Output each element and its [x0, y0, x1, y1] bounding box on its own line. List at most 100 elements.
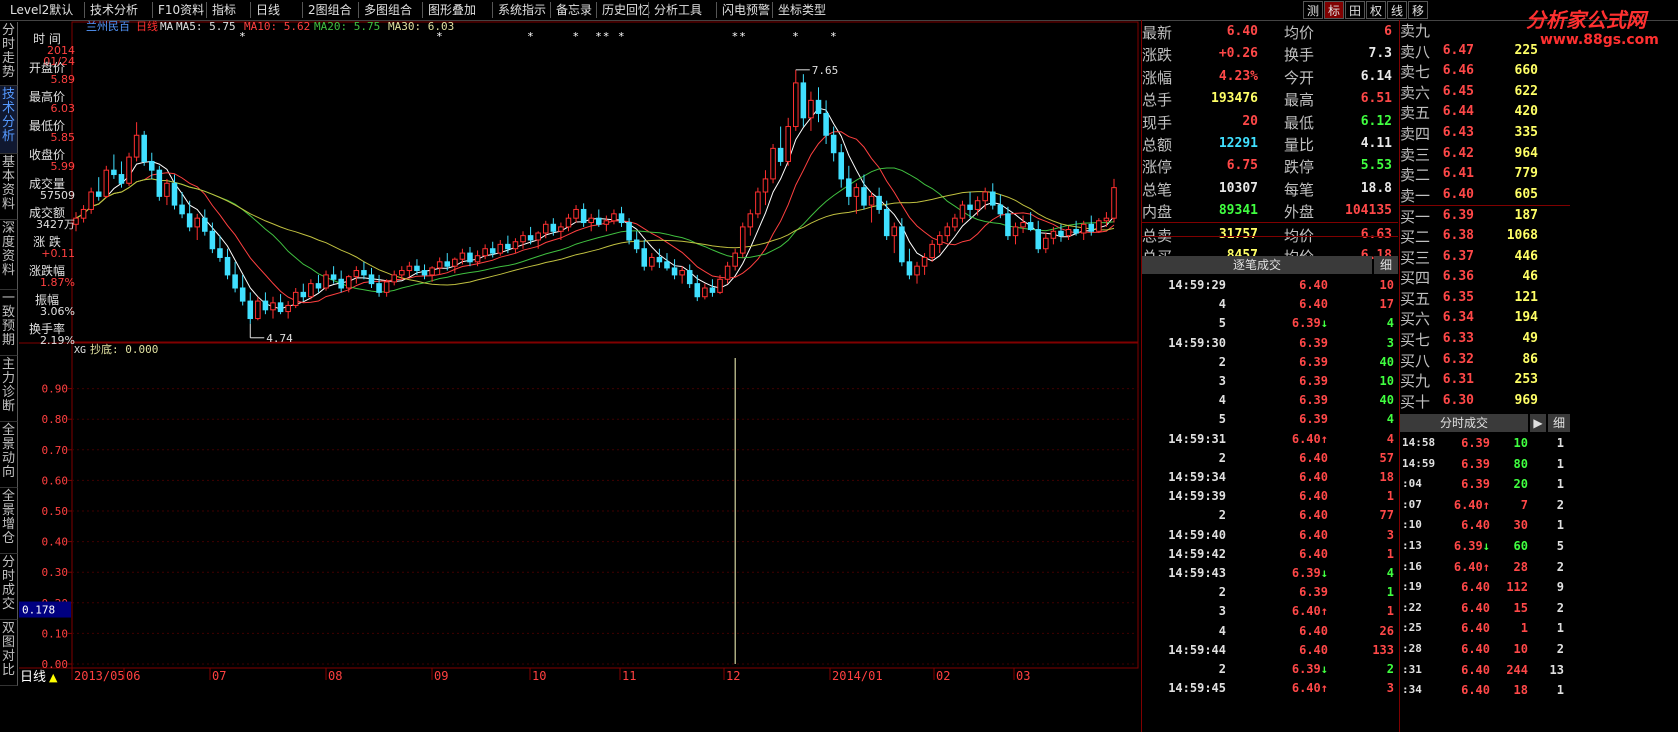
minute-count: 2	[1556, 600, 1564, 615]
quote-value: 7.3	[1368, 46, 1392, 62]
book-label: 买三	[1400, 248, 1431, 267]
tick-time: 14:59:31	[1168, 431, 1226, 446]
book-volume: 779	[1514, 166, 1538, 182]
tick-time: 14:59:40	[1168, 527, 1226, 542]
tick-detail-button[interactable]: 细	[1374, 256, 1398, 274]
toolbar-button-3[interactable]: 权	[1366, 1, 1386, 19]
book-price: 6.44	[1442, 104, 1474, 120]
tick-row: 4 6.40 17	[1142, 295, 1398, 314]
signal-star-icon: *	[740, 30, 746, 43]
minute-detail-button[interactable]: 细	[1548, 414, 1570, 432]
minute-row: :31 6.40 244 13	[1400, 661, 1570, 682]
candle-body	[747, 213, 754, 228]
book-row: 卖五 6.44 420	[1400, 102, 1570, 123]
candle-body	[148, 160, 155, 171]
book-label: 买九	[1400, 372, 1431, 391]
candle-body	[391, 274, 397, 283]
candle-body	[542, 223, 549, 234]
tick-price-wrap: 6.39	[1242, 393, 1328, 407]
candle-body	[361, 270, 367, 276]
signal-star-icon: *	[596, 30, 602, 43]
tick-header: 逐笔成交	[1142, 256, 1372, 274]
tick-price-wrap: 6.39	[1242, 585, 1328, 599]
tick-time: 14:59:43	[1168, 566, 1226, 580]
candle-body	[1043, 237, 1049, 250]
toolbar-button-1[interactable]: 标	[1324, 1, 1344, 19]
book-row: 买六 6.34 194	[1400, 308, 1570, 329]
minute-volume: 112	[1506, 580, 1528, 595]
quote-value: 20	[1242, 113, 1258, 129]
toolbar-button-5[interactable]: 移	[1408, 1, 1428, 19]
tick-row: 2 6.39 1	[1142, 583, 1398, 602]
candle-body	[285, 304, 291, 313]
tick-price-wrap: 6.40	[1242, 489, 1328, 503]
book-price: 6.34	[1442, 310, 1474, 326]
minute-price-wrap: 6.39	[1440, 477, 1490, 491]
candle-body	[936, 235, 943, 245]
tick-row: 3 6.39 10	[1142, 372, 1398, 391]
candle-body	[520, 235, 526, 243]
play-icon[interactable]: ▶	[1530, 414, 1546, 432]
candle-body	[793, 82, 799, 128]
info-value: 5.85	[50, 131, 76, 144]
minute-list[interactable]: 分时成交 ▶ 细 14:58 6.39 10 1 14:59 6.39 80 1:04 6.39 20 1…	[1400, 414, 1570, 732]
minute-price-wrap: 6.39↓	[1440, 539, 1490, 553]
tick-time: 14:59:39	[1168, 489, 1226, 504]
tick-volume: 57	[1379, 450, 1394, 465]
chart-header-stock: 兰州民百	[86, 20, 130, 33]
toolbar-button-0[interactable]: 测	[1303, 1, 1323, 19]
candle-body	[436, 261, 443, 269]
candle-body	[202, 217, 208, 232]
minute-price-wrap: 6.40↑	[1440, 498, 1490, 512]
book-volume: 446	[1514, 248, 1538, 264]
quote-value: 6.12	[1360, 113, 1392, 129]
quote-label: 换手	[1284, 46, 1315, 65]
book-price: 6.43	[1442, 125, 1474, 140]
arrow-up-icon: ↑	[1482, 497, 1490, 512]
tick-list[interactable]: 逐笔成交细 14:59:29 6.40 10 4 6.40 17 5 6.39↓ 4 14:59:3…	[1142, 256, 1398, 732]
candle-body	[649, 256, 655, 267]
book-label: 买二	[1400, 228, 1431, 246]
arrow-up-icon: ↑	[1320, 431, 1328, 446]
candle-body	[830, 134, 837, 154]
candle-body	[80, 208, 87, 219]
tick-time: 3	[1218, 604, 1226, 619]
indicator-name: XG	[74, 345, 86, 356]
main-chart[interactable]: 兰州民百 日线 MA MA5: 5.75 MA10: 5.62 MA20: 5.75 MA3…	[0, 0, 1142, 732]
indicator-tick-label: 0.70	[42, 444, 69, 457]
candle-body	[308, 283, 314, 298]
minute-volume: 10	[1513, 436, 1528, 450]
tick-price: 6.40	[1299, 470, 1328, 484]
tick-time: 14:59:45	[1168, 681, 1226, 696]
minute-price: 6.39	[1461, 477, 1490, 492]
quote-label: 均价	[1284, 24, 1315, 42]
candle-body	[1080, 223, 1087, 234]
candle-body	[368, 274, 375, 285]
candle-body	[679, 270, 685, 276]
toolbar-button-2[interactable]: 田	[1345, 1, 1365, 19]
book-volume: 964	[1514, 145, 1538, 161]
candle-body	[838, 152, 845, 180]
toolbar-button-4[interactable]: 线	[1387, 1, 1407, 19]
tick-price: 6.39	[1299, 354, 1328, 369]
candle-body	[883, 208, 890, 237]
minute-price: 6.40	[1461, 518, 1490, 533]
candle-body	[323, 274, 329, 289]
minute-volume: 1	[1520, 621, 1528, 636]
candle-body	[95, 191, 102, 197]
candle-body	[891, 226, 898, 237]
tick-price-wrap: 6.40	[1242, 547, 1328, 561]
book-volume: 605	[1514, 186, 1538, 202]
x-tick-label: 12	[726, 669, 740, 683]
tick-price: 6.40	[1299, 278, 1328, 292]
tick-price-wrap: 6.39↓	[1242, 316, 1328, 330]
book-row: 买十 6.30 969	[1400, 391, 1570, 412]
signal-star-icon: *	[528, 30, 534, 43]
candle-body	[194, 217, 200, 228]
minute-time: :22	[1402, 600, 1422, 614]
candle-body	[1050, 230, 1057, 239]
candle-body	[846, 178, 852, 197]
tick-row: 2 6.40 57	[1142, 449, 1398, 468]
tick-volume: 26	[1379, 623, 1394, 638]
tick-volume: 3	[1386, 681, 1394, 696]
